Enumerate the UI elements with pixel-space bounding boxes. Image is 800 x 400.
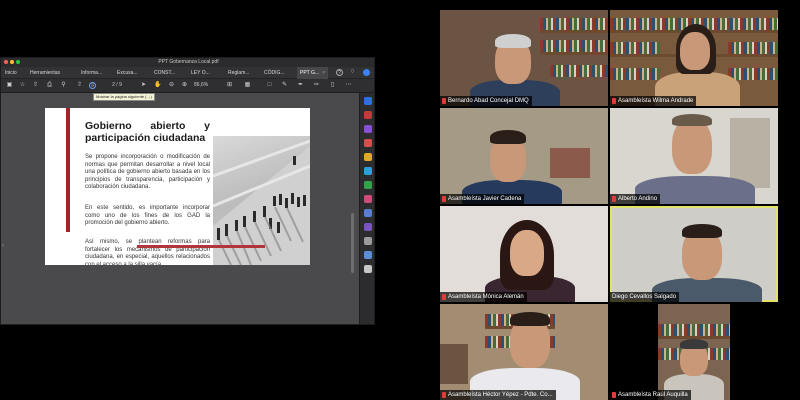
slide-paragraph-3: Así mismo, se plantean reformas para for… <box>85 239 210 265</box>
more-icon[interactable]: ⋯ <box>345 82 352 89</box>
tab-reglam[interactable]: Reglam... <box>228 67 249 79</box>
tab-herramientas[interactable]: Herramientas <box>30 67 60 79</box>
tab-ppt-active[interactable]: PPT G... × <box>297 67 329 79</box>
tab-inicio[interactable]: Inicio <box>5 67 17 79</box>
bell-icon[interactable]: ♢ <box>349 69 356 76</box>
participant-name: Alberto Andino <box>610 194 661 204</box>
slide-title: Gobierno abierto y participación ciudada… <box>85 120 210 144</box>
tools-rail <box>359 93 374 324</box>
zoom-tool-icon[interactable] <box>364 97 372 105</box>
slide-accent-line <box>137 245 265 248</box>
zoom-level[interactable]: 86,6% <box>194 82 216 89</box>
tab-ppt-label: PPT G... <box>300 70 320 76</box>
hand-icon[interactable]: ✋ <box>154 82 161 89</box>
next-page-icon[interactable]: ⇩ <box>89 82 96 89</box>
muted-mic-icon <box>612 98 616 104</box>
slide-accent-bar <box>66 108 70 232</box>
collapse-left-panel-icon[interactable]: › <box>2 243 4 249</box>
sign-icon[interactable]: ✑ <box>313 82 320 89</box>
cursor-icon[interactable]: ➤ <box>140 82 147 89</box>
tab-codig[interactable]: CÓDIG... <box>264 67 285 79</box>
tab-informa[interactable]: Informa... <box>81 67 102 79</box>
stamp-icon[interactable]: ▯ <box>329 82 336 89</box>
zoom-out-icon[interactable]: ⊖ <box>168 82 175 89</box>
video-tile-javier-cadena[interactable]: Asambleísta Javier Cadena <box>440 108 608 204</box>
organize-pages-icon[interactable] <box>364 181 372 189</box>
muted-mic-icon <box>442 392 446 398</box>
tab-ley[interactable]: LEY O... <box>191 67 210 79</box>
next-page-tooltip: Mostrar la página siguiente (→) <box>93 93 155 101</box>
video-tile-bernardo-abad[interactable]: Bernardo Abad Concejal DMQ <box>440 10 608 106</box>
vertical-scrollbar[interactable] <box>351 213 354 273</box>
video-tile-hector-yepez[interactable]: Asambleísta Héctor Yépez - Pdte. Co... <box>440 304 608 400</box>
export-pdf-icon[interactable] <box>364 111 372 119</box>
title-bar: PPT Gobernanza Local.pdf <box>1 58 374 67</box>
account-avatar[interactable] <box>363 69 370 76</box>
participant-name: Asambleísta Raúl Auquilla <box>610 390 691 400</box>
share-icon[interactable] <box>364 251 372 259</box>
video-tile-raul-auquilla[interactable]: Asambleísta Raúl Auquilla <box>610 304 778 400</box>
participant-name: Diego Cevallos Salgado <box>610 292 680 302</box>
page-indicator[interactable]: 2 / 9 <box>101 82 133 89</box>
screen: PPT Gobernanza Local.pdf Inicio Herramie… <box>0 0 800 400</box>
muted-mic-icon <box>612 196 616 202</box>
edit-pdf-icon[interactable] <box>364 125 372 133</box>
close-tab-icon[interactable]: × <box>322 70 325 76</box>
select-icon[interactable]: ▦ <box>244 82 251 89</box>
highlight-icon[interactable]: ✒ <box>297 82 304 89</box>
zoom-in-icon[interactable]: ⊕ <box>181 82 188 89</box>
comment-icon[interactable]: □ <box>266 82 273 89</box>
window-title: PPT Gobernanza Local.pdf <box>158 59 219 65</box>
prev-page-icon[interactable]: ⇧ <box>76 82 83 89</box>
participant-name: Asambleísta Wilma Andrade <box>610 96 697 106</box>
search-icon[interactable]: ⚲ <box>60 82 67 89</box>
star-icon[interactable]: ☆ <box>19 82 26 89</box>
protect-icon[interactable] <box>364 223 372 231</box>
slide-page: Gobierno abierto y participación ciudada… <box>45 108 310 265</box>
video-tile-diego-cevallos[interactable]: Diego Cevallos Salgado <box>610 206 778 302</box>
participant-name: Asambleísta Héctor Yépez - Pdte. Co... <box>440 390 556 400</box>
save-icon[interactable]: ▣ <box>6 82 13 89</box>
fill-sign-icon[interactable] <box>364 195 372 203</box>
create-pdf-icon[interactable] <box>364 139 372 147</box>
slide-paragraph-1: Se propone incorporación o modificación … <box>85 154 210 191</box>
muted-mic-icon <box>442 98 446 104</box>
send-icon[interactable] <box>364 209 372 217</box>
tab-excusa[interactable]: Excusa... <box>117 67 138 79</box>
participant-name: Asambleísta Javier Cadena <box>440 194 525 204</box>
video-tile-alberto-andino[interactable]: Alberto Andino <box>610 108 778 204</box>
more-tools-icon[interactable] <box>364 237 372 245</box>
slide-paragraph-2: En este sentido, es importante incorpora… <box>85 205 210 227</box>
print-icon[interactable]: ⎙ <box>46 82 53 89</box>
video-tile-wilma-andrade[interactable]: Asambleísta Wilma Andrade <box>610 10 778 106</box>
fit-icon[interactable]: ⊞ <box>226 82 233 89</box>
help-icon[interactable]: ? <box>336 69 343 76</box>
muted-mic-icon <box>442 294 446 300</box>
participant-name: Asambleísta Mónica Alemán <box>440 292 527 302</box>
participant-name: Bernardo Abad Concejal DMQ <box>440 96 532 106</box>
muted-mic-icon <box>612 392 616 398</box>
upload-icon[interactable]: ⇧ <box>32 82 39 89</box>
muted-mic-icon <box>442 196 446 202</box>
settings-icon[interactable] <box>364 265 372 273</box>
combine-files-icon[interactable] <box>364 167 372 175</box>
comment-tool-icon[interactable] <box>364 153 372 161</box>
tab-const[interactable]: CONST... <box>154 67 175 79</box>
tab-bar: Inicio Herramientas Informa... Excusa...… <box>1 67 374 79</box>
toolbar: ▣ ☆ ⇧ ⎙ ⚲ ⇧ ⇩ 2 / 9 ➤ ✋ ⊖ ⊕ 86,6% ⊞ ▦ □ … <box>1 79 374 93</box>
video-tile-monica-aleman[interactable]: Asambleísta Mónica Alemán <box>440 206 608 302</box>
pen-icon[interactable]: ✎ <box>281 82 288 89</box>
